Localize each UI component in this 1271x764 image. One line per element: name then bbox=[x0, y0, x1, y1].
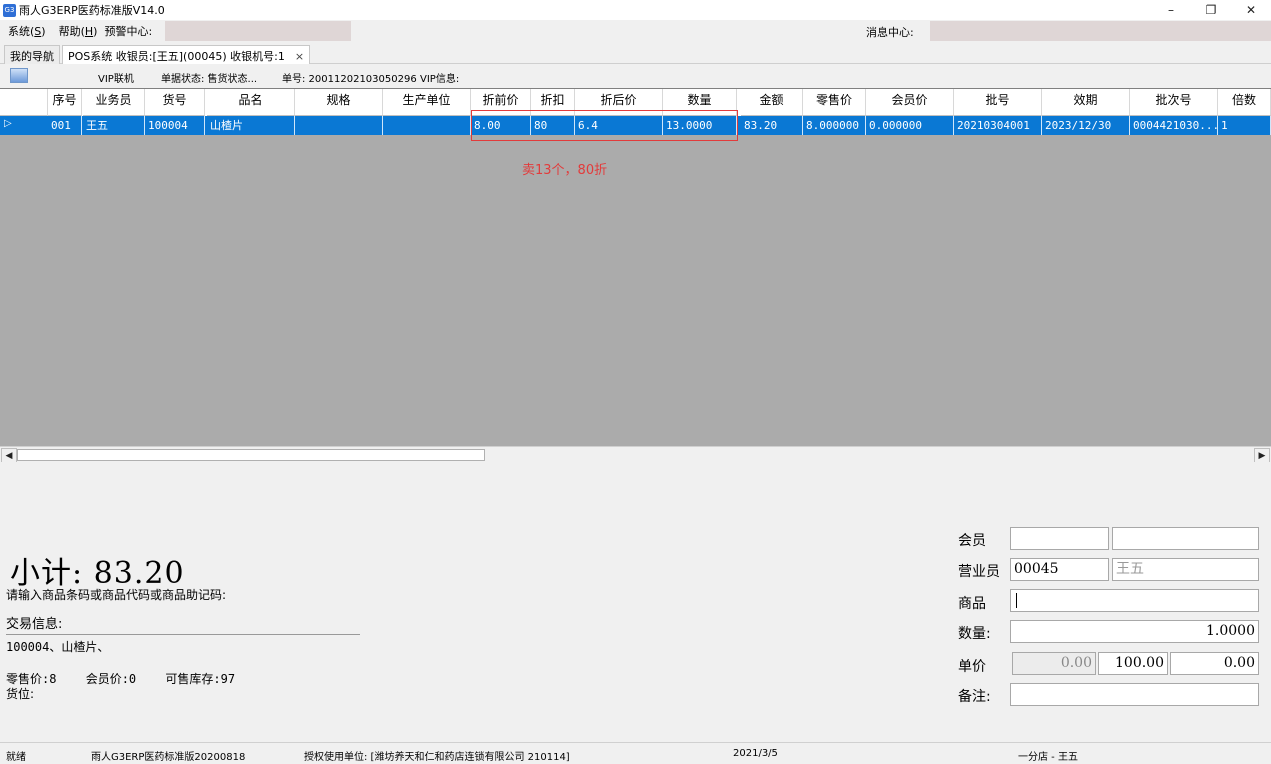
available-stock: 可售库存:97 bbox=[165, 672, 236, 686]
close-icon[interactable]: ✕ bbox=[1231, 0, 1271, 20]
table-cell[interactable]: 20210304001 bbox=[954, 116, 1042, 135]
trade-info-label: 交易信息: bbox=[6, 617, 63, 632]
scroll-left-icon[interactable]: ◀ bbox=[1, 448, 17, 462]
alert-center-label: 预警中心: bbox=[104, 25, 153, 38]
column-header[interactable]: 货号 bbox=[145, 89, 205, 116]
status-date: 2021/3/5 bbox=[733, 748, 778, 759]
unit-price-label: 单价 bbox=[958, 659, 986, 675]
column-header[interactable]: 批次号 bbox=[1130, 89, 1218, 116]
column-header[interactable]: 品名 bbox=[207, 89, 295, 116]
column-header[interactable]: 规格 bbox=[295, 89, 383, 116]
clerk-label: 营业员 bbox=[958, 564, 1000, 580]
member-name-field bbox=[1112, 527, 1259, 550]
trade-divider bbox=[6, 634, 360, 635]
status-ready: 就绪 bbox=[6, 752, 26, 763]
table-cell[interactable]: 001 bbox=[48, 116, 82, 135]
table-cell[interactable]: 0.000000 bbox=[866, 116, 954, 135]
quantity-label: 数量: bbox=[958, 626, 991, 642]
column-header[interactable]: 效期 bbox=[1042, 89, 1130, 116]
clerk-code-input[interactable]: 00045 bbox=[1010, 558, 1109, 581]
menu-system[interactable]: 系统(S) bbox=[0, 23, 51, 39]
scroll-thumb[interactable] bbox=[17, 449, 485, 461]
pos-toolbar: VIP联机 单据状态: 售货状态... 单号: 2001120210305029… bbox=[0, 64, 1271, 88]
table-cell[interactable] bbox=[295, 116, 383, 135]
vip-link-button[interactable]: VIP联机 bbox=[98, 70, 134, 85]
remark-label: 备注: bbox=[958, 689, 991, 705]
table-cell[interactable]: 山楂片 bbox=[207, 116, 295, 135]
table-cell[interactable]: 0004421030... bbox=[1130, 116, 1218, 135]
restore-icon[interactable]: ❐ bbox=[1191, 0, 1231, 20]
app-icon: G3 bbox=[3, 3, 16, 17]
column-header[interactable]: 会员价 bbox=[866, 89, 954, 116]
text-cursor bbox=[1016, 592, 1017, 608]
location-label: 货位: bbox=[6, 687, 35, 701]
remark-input[interactable] bbox=[1010, 683, 1259, 706]
member-price: 会员价:0 bbox=[85, 672, 137, 686]
message-center-display bbox=[930, 21, 1271, 41]
barcode-prompt: 请输入商品条码或商品代码或商品助记码: bbox=[6, 588, 227, 602]
table-cell[interactable] bbox=[383, 116, 471, 135]
column-header[interactable]: 生产单位 bbox=[383, 89, 471, 116]
horizontal-scrollbar[interactable]: ◀ ▶ bbox=[0, 446, 1271, 462]
bottom-panel: 小计: 83.20 请输入商品条码或商品代码或商品助记码: 交易信息: 1000… bbox=[0, 462, 1271, 738]
status-store: 一分店 - 王五 bbox=[1018, 752, 1078, 763]
member-input[interactable] bbox=[1010, 527, 1109, 550]
price-info: 零售价:8 会员价:0 可售库存:97 bbox=[6, 670, 257, 687]
status-version: 雨人G3ERP医药标准版20200818 bbox=[91, 752, 246, 763]
table-cell[interactable]: 8.000000 bbox=[803, 116, 866, 135]
column-header[interactable]: 业务员 bbox=[83, 89, 145, 116]
bill-number: 单号: 20011202103050296 bbox=[282, 74, 417, 85]
tab-my-navigation[interactable]: 我的导航 bbox=[4, 45, 60, 64]
table-cell[interactable]: 2023/12/30 bbox=[1042, 116, 1130, 135]
sales-grid: 序号 业务员 货号 品名 规格 生产单位 折前价 折扣 折后价 数量 金额 零售价 会员价 批号 效期 批次号… bbox=[0, 88, 1271, 462]
menu-help[interactable]: 帮助(H) bbox=[51, 23, 103, 39]
minimize-icon[interactable]: – bbox=[1151, 0, 1191, 20]
bill-status: 单据状态: 售货状态... bbox=[161, 74, 258, 85]
unit-price-field[interactable]: 100.00 bbox=[1098, 652, 1168, 675]
scroll-right-icon[interactable]: ▶ bbox=[1254, 448, 1270, 462]
title-bar: G3 雨人G3ERP医药标准版V14.0 – ❐ ✕ bbox=[0, 0, 1271, 20]
tab-pos-system[interactable]: POS系统 收银员:[王五](00045) 收银机号:1 × bbox=[62, 45, 311, 64]
quantity-input[interactable]: 1.0000 bbox=[1010, 620, 1259, 643]
menu-bar: 系统(S) 帮助(H) 预警中心: 消息中心: bbox=[0, 20, 1271, 42]
unit-price-final[interactable]: 0.00 bbox=[1170, 652, 1259, 675]
status-bar: 就绪 雨人G3ERP医药标准版20200818 授权使用单位: [潍坊养天和仁和… bbox=[0, 742, 1271, 764]
header-corner bbox=[0, 89, 48, 116]
window-title: 雨人G3ERP医药标准版V14.0 bbox=[19, 4, 165, 17]
goods-input[interactable] bbox=[1010, 589, 1259, 612]
annotation-text: 卖13个，80折 bbox=[522, 163, 608, 178]
tab-close-icon[interactable]: × bbox=[295, 50, 304, 63]
column-header[interactable]: 零售价 bbox=[803, 89, 866, 116]
screen-icon[interactable] bbox=[10, 68, 28, 83]
table-cell[interactable]: 100004 bbox=[145, 116, 205, 135]
annotation-highlight-box bbox=[471, 110, 738, 141]
message-center-label: 消息中心: bbox=[866, 26, 914, 39]
retail-price: 零售价:8 bbox=[6, 672, 57, 686]
goods-label: 商品 bbox=[958, 596, 986, 612]
row-indicator-icon: ▷ bbox=[4, 118, 12, 129]
table-cell[interactable]: 王五 bbox=[83, 116, 145, 135]
column-header[interactable]: 批号 bbox=[954, 89, 1042, 116]
status-license: 授权使用单位: [潍坊养天和仁和药店连锁有限公司 210114] bbox=[304, 752, 570, 763]
trade-info: 100004、山楂片、 bbox=[6, 640, 110, 654]
tab-bar: 我的导航 POS系统 收银员:[王五](00045) 收银机号:1 × bbox=[0, 42, 1271, 64]
column-header[interactable]: 金额 bbox=[741, 89, 803, 116]
clerk-name-field: 王五 bbox=[1112, 558, 1259, 581]
column-header[interactable]: 序号 bbox=[48, 89, 82, 116]
column-header[interactable]: 倍数 bbox=[1218, 89, 1271, 116]
alert-center-display bbox=[165, 21, 352, 41]
table-cell[interactable]: 1 bbox=[1218, 116, 1271, 135]
member-label: 会员 bbox=[958, 533, 986, 549]
unit-price-original: 0.00 bbox=[1012, 652, 1096, 675]
vip-info: VIP信息: bbox=[420, 74, 460, 85]
table-cell[interactable]: 83.20 bbox=[741, 116, 803, 135]
